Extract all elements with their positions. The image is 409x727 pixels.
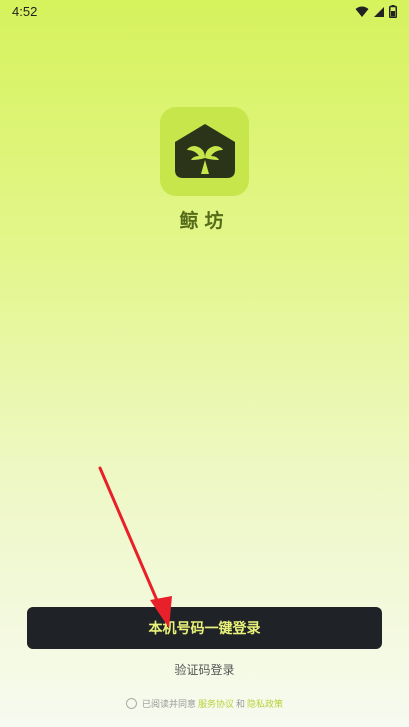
agreement-radio[interactable]: [125, 698, 137, 709]
status-icons: [355, 5, 397, 18]
battery-icon: [389, 5, 397, 18]
agreement-conj: 和: [236, 700, 246, 710]
status-time: 4:52: [12, 4, 38, 19]
status-bar: 4:52: [0, 0, 409, 24]
one-click-login-button[interactable]: 本机号码一键登录: [27, 607, 382, 649]
wifi-icon: [355, 6, 369, 17]
terms-link[interactable]: 服务协议: [198, 697, 234, 710]
sms-login-link[interactable]: 验证码登录: [0, 661, 409, 678]
agreement-prefix: 已阅读并同意: [141, 700, 196, 710]
whale-tail-house-icon: [174, 123, 235, 178]
privacy-link[interactable]: 隐私政策: [247, 697, 283, 710]
agreement-row: 已阅读并同意 服务协议 和 隐私政策: [0, 697, 409, 710]
signal-icon: [374, 6, 384, 17]
app-logo: [160, 107, 249, 196]
app-name: 鲸坊: [179, 210, 230, 232]
